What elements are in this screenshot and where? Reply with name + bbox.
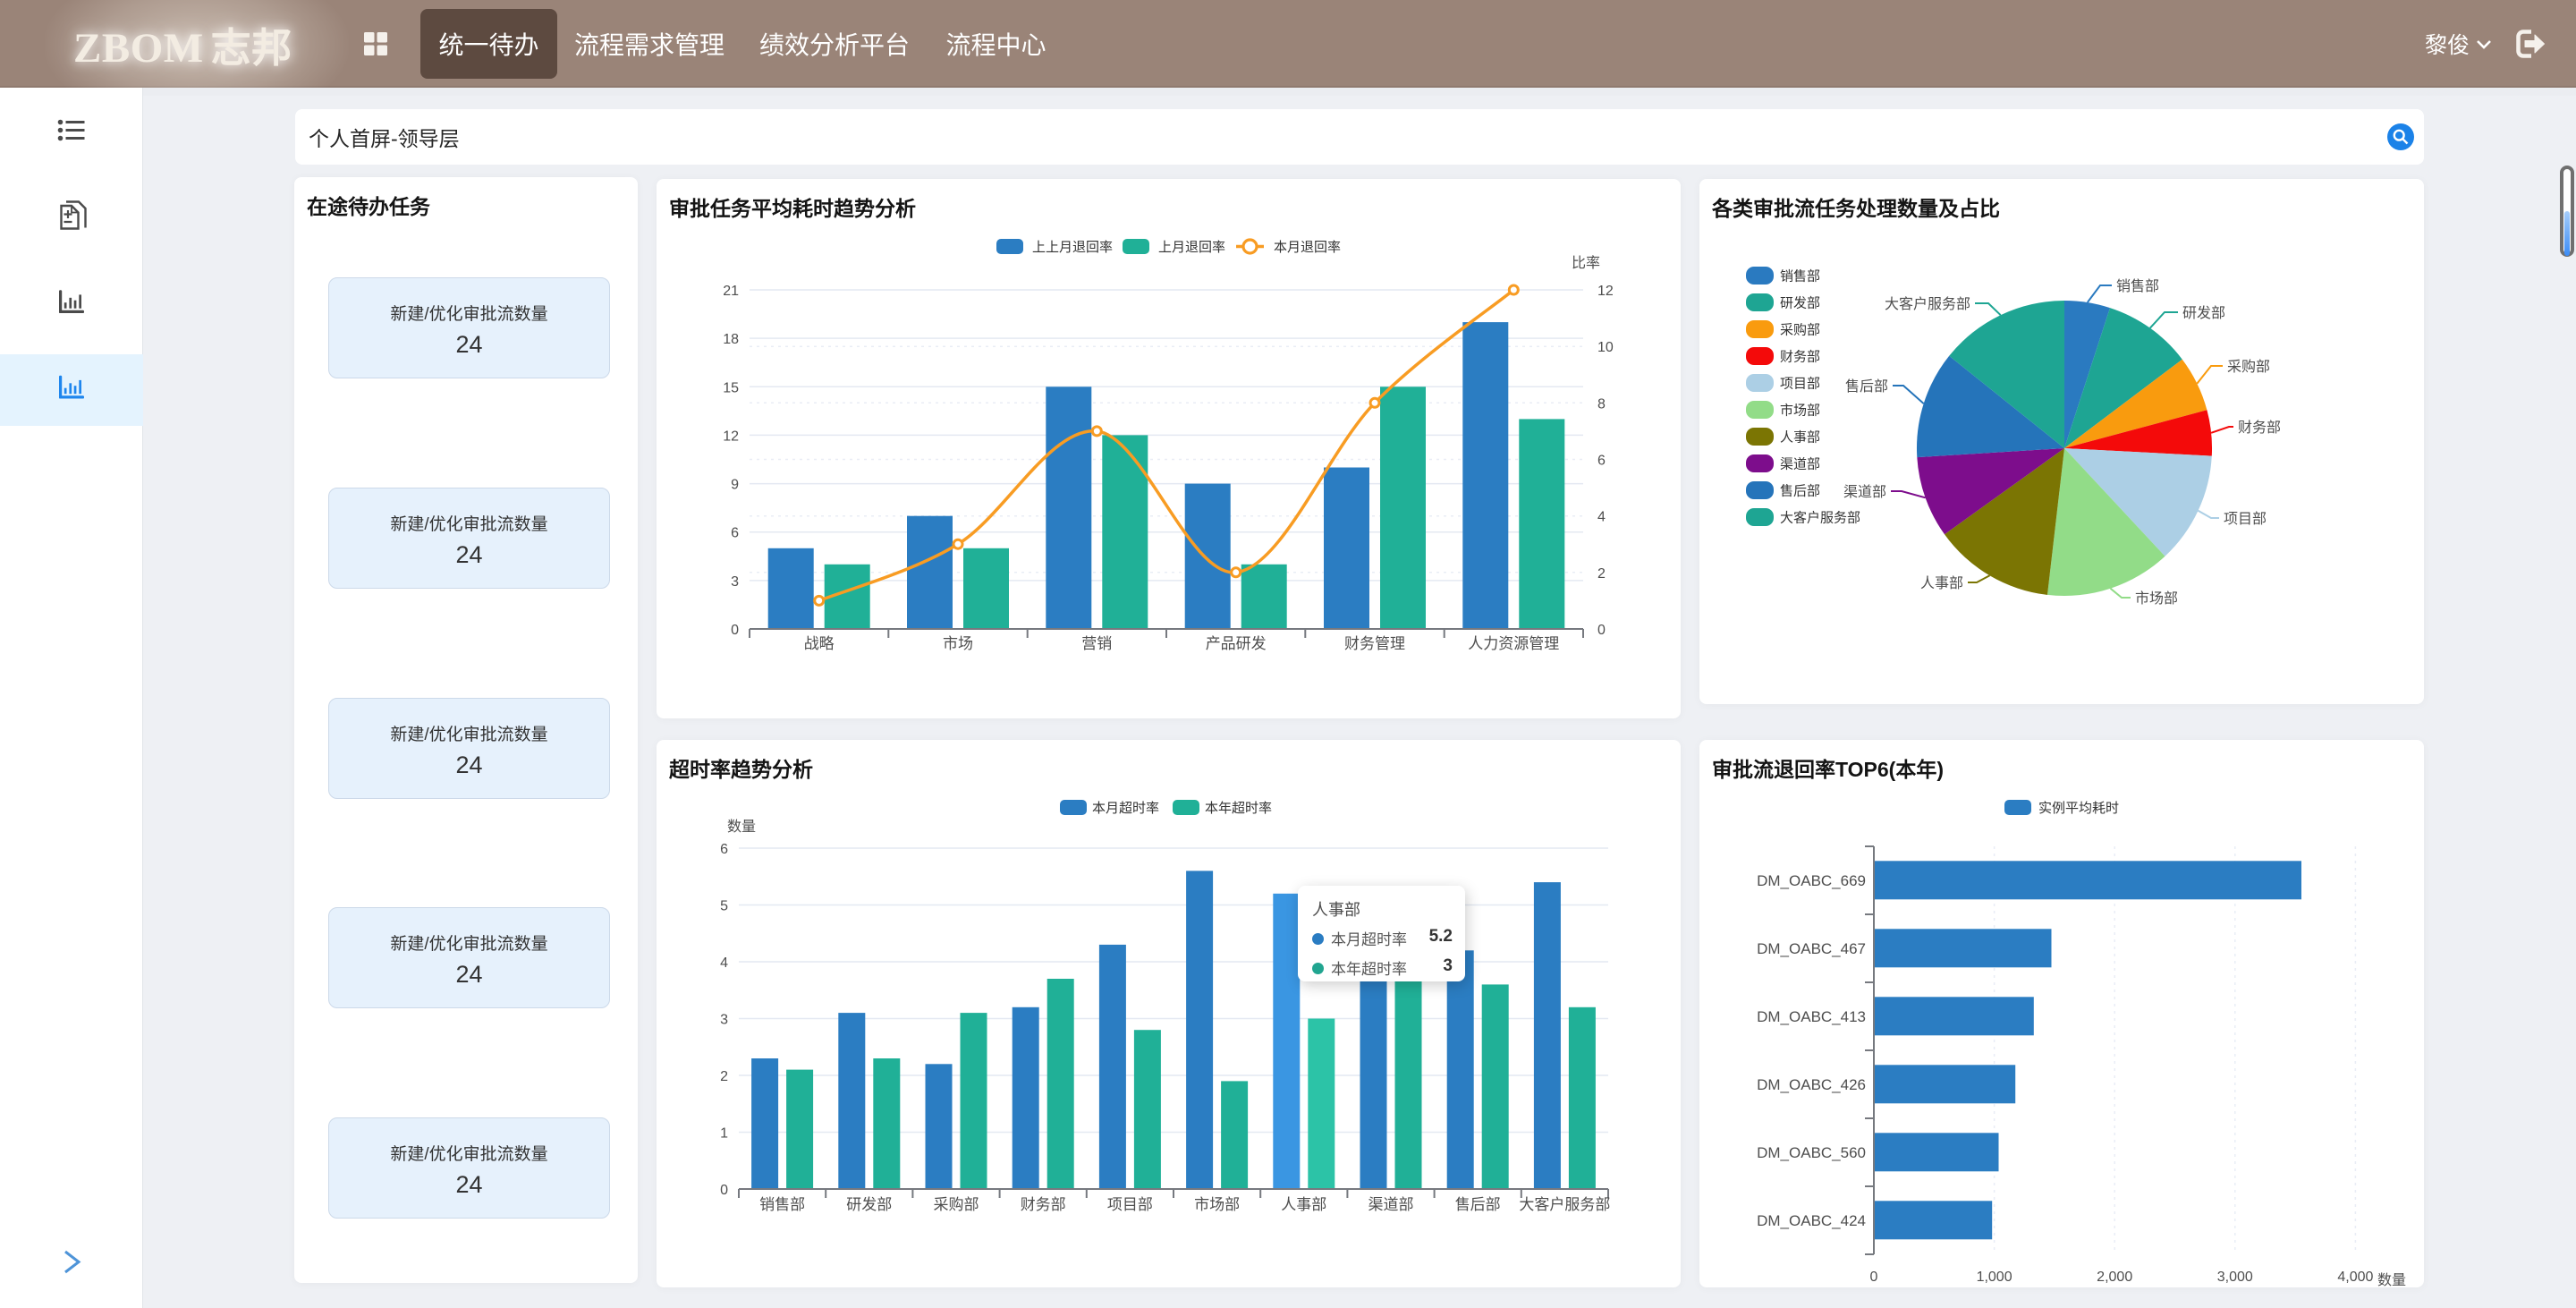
svg-text:财务部: 财务部 xyxy=(1780,350,1820,365)
svg-text:大客户服务部: 大客户服务部 xyxy=(1519,1196,1610,1213)
svg-text:4,000: 4,000 xyxy=(2337,1270,2373,1285)
svg-text:0: 0 xyxy=(1870,1270,1878,1285)
svg-text:4: 4 xyxy=(1597,510,1606,525)
svg-text:采购部: 采购部 xyxy=(1780,323,1820,338)
svg-text:12: 12 xyxy=(1597,284,1614,299)
svg-text:2: 2 xyxy=(1597,566,1606,582)
svg-text:5: 5 xyxy=(720,899,728,914)
svg-text:6: 6 xyxy=(720,842,728,857)
svg-text:市场: 市场 xyxy=(943,635,973,652)
svg-text:渠道部: 渠道部 xyxy=(1843,484,1886,500)
svg-text:DM_OABC_413: DM_OABC_413 xyxy=(1757,1008,1866,1025)
svg-text:人事部: 人事部 xyxy=(1920,575,1963,591)
svg-text:9: 9 xyxy=(731,478,739,493)
svg-text:上月退回率: 上月退回率 xyxy=(1158,240,1225,255)
svg-text:售后部: 售后部 xyxy=(1455,1196,1501,1213)
svg-text:研发部: 研发部 xyxy=(846,1196,892,1213)
svg-text:12: 12 xyxy=(723,429,739,444)
svg-text:6: 6 xyxy=(1597,454,1606,469)
svg-text:财务管理: 财务管理 xyxy=(1344,635,1405,652)
svg-text:市场部: 市场部 xyxy=(1194,1196,1240,1213)
svg-text:本年超时率: 本年超时率 xyxy=(1205,801,1272,816)
svg-text:人力资源管理: 人力资源管理 xyxy=(1468,635,1559,652)
svg-text:人事部: 人事部 xyxy=(1281,1196,1326,1213)
svg-text:3: 3 xyxy=(731,574,739,590)
svg-text:1,000: 1,000 xyxy=(1977,1270,2012,1285)
svg-text:0: 0 xyxy=(720,1183,728,1198)
svg-text:产品研发: 产品研发 xyxy=(1206,635,1267,652)
svg-text:本月超时率: 本月超时率 xyxy=(1092,801,1159,816)
svg-text:销售部: 销售部 xyxy=(2116,278,2159,294)
svg-text:DM_OABC_426: DM_OABC_426 xyxy=(1757,1076,1866,1093)
svg-text:21: 21 xyxy=(723,284,739,299)
svg-text:人事部: 人事部 xyxy=(1780,430,1820,446)
svg-text:比率: 比率 xyxy=(1572,255,1600,271)
svg-text:项目部: 项目部 xyxy=(2224,511,2267,527)
svg-text:大客户服务部: 大客户服务部 xyxy=(1885,296,1970,312)
svg-text:市场部: 市场部 xyxy=(2135,590,2178,607)
svg-text:财务部: 财务部 xyxy=(1021,1196,1066,1213)
svg-text:售后部: 售后部 xyxy=(1845,378,1888,395)
svg-text:0: 0 xyxy=(731,623,739,638)
svg-text:大客户服务部: 大客户服务部 xyxy=(1780,511,1860,526)
svg-text:18: 18 xyxy=(723,332,739,347)
svg-text:DM_OABC_424: DM_OABC_424 xyxy=(1757,1212,1866,1229)
svg-text:4: 4 xyxy=(720,956,728,971)
svg-text:财务部: 财务部 xyxy=(2238,420,2281,436)
svg-text:销售部: 销售部 xyxy=(759,1196,805,1213)
svg-text:3,000: 3,000 xyxy=(2217,1270,2253,1285)
svg-text:项目部: 项目部 xyxy=(1780,377,1820,392)
svg-text:DM_OABC_669: DM_OABC_669 xyxy=(1757,872,1866,889)
svg-text:售后部: 售后部 xyxy=(1780,484,1820,499)
svg-text:上上月退回率: 上上月退回率 xyxy=(1032,240,1113,255)
svg-text:渠道部: 渠道部 xyxy=(1368,1196,1414,1213)
svg-text:研发部: 研发部 xyxy=(1780,296,1820,311)
svg-text:2: 2 xyxy=(720,1069,728,1084)
svg-text:6: 6 xyxy=(731,526,739,541)
svg-text:采购部: 采购部 xyxy=(934,1196,979,1213)
svg-text:市场部: 市场部 xyxy=(1780,403,1820,419)
svg-text:8: 8 xyxy=(1597,396,1606,412)
svg-text:DM_OABC_560: DM_OABC_560 xyxy=(1757,1144,1866,1161)
svg-text:DM_OABC_467: DM_OABC_467 xyxy=(1757,940,1866,957)
svg-text:2,000: 2,000 xyxy=(2097,1270,2132,1285)
svg-text:营销: 营销 xyxy=(1081,635,1112,652)
svg-text:10: 10 xyxy=(1597,340,1614,355)
svg-text:3: 3 xyxy=(720,1013,728,1028)
svg-text:研发部: 研发部 xyxy=(2182,305,2225,321)
svg-text:15: 15 xyxy=(723,380,739,395)
svg-text:销售部: 销售部 xyxy=(1780,269,1820,285)
svg-text:0: 0 xyxy=(1597,623,1606,638)
svg-text:项目部: 项目部 xyxy=(1107,1196,1153,1213)
svg-text:数量: 数量 xyxy=(2377,1272,2406,1287)
svg-text:1: 1 xyxy=(720,1126,728,1142)
svg-text:本月退回率: 本月退回率 xyxy=(1274,240,1341,255)
svg-text:战略: 战略 xyxy=(804,635,835,652)
svg-text:采购部: 采购部 xyxy=(2227,359,2270,375)
svg-text:数量: 数量 xyxy=(727,819,756,835)
svg-text:渠道部: 渠道部 xyxy=(1780,457,1820,472)
svg-text:实例平均耗时: 实例平均耗时 xyxy=(2038,801,2119,816)
